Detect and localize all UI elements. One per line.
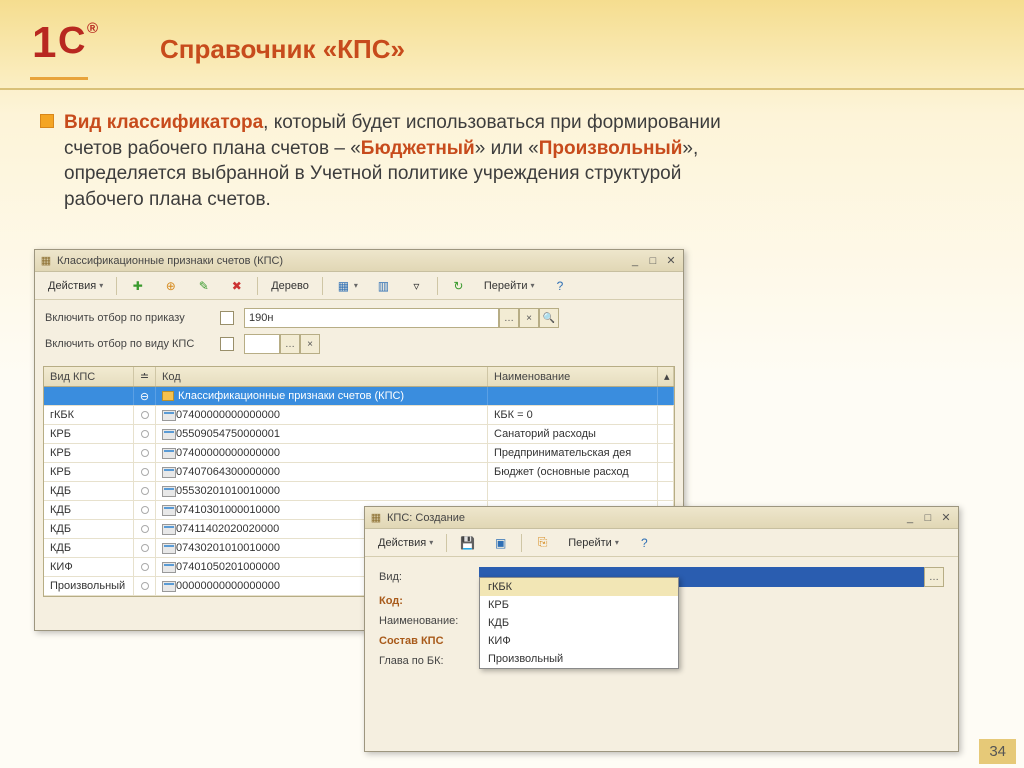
help-button[interactable]: ? xyxy=(630,533,659,553)
filter-kind-input[interactable] xyxy=(244,334,280,354)
item-icon xyxy=(162,429,176,440)
row-status-icon xyxy=(141,468,149,476)
col-header-type[interactable]: Вид КПС xyxy=(44,367,134,386)
item-icon xyxy=(162,467,176,478)
folder-icon xyxy=(162,391,174,401)
filter-order-input[interactable] xyxy=(244,308,499,328)
tree-toggle[interactable]: Дерево xyxy=(264,276,316,296)
maximize-button[interactable]: □ xyxy=(645,254,661,268)
help-button[interactable]: ? xyxy=(545,276,574,296)
item-icon xyxy=(162,543,176,554)
actions-menu[interactable]: Действия ▾ xyxy=(371,533,440,553)
filter-button[interactable]: ▦▾ xyxy=(329,276,365,296)
filter2-button[interactable]: ▥ xyxy=(369,276,398,296)
filter-kind-clear[interactable]: × xyxy=(300,334,320,354)
col-header-name[interactable]: Наименование xyxy=(488,367,658,386)
col-header-badge[interactable]: ≐ xyxy=(134,367,156,386)
item-icon xyxy=(162,505,176,516)
filter-order-clear[interactable]: × xyxy=(519,308,539,328)
slide-header: 1C ® Справочник «КПС» xyxy=(0,0,1024,90)
table-row[interactable]: гКБК 07400000000000000КБК = 0 xyxy=(44,406,674,425)
win1-title-text: Классификационные признаки счетов (КПС) xyxy=(57,255,283,267)
filter-kind-label: Включить отбор по виду КПС xyxy=(45,338,220,350)
row-status-icon xyxy=(141,487,149,495)
row-status-icon xyxy=(141,544,149,552)
add-button[interactable]: ✚ xyxy=(123,276,152,296)
close-button[interactable]: ✕ xyxy=(938,511,954,525)
col-header-scroll: ▴ xyxy=(658,367,674,386)
item-icon xyxy=(162,562,176,573)
row-status-icon xyxy=(141,506,149,514)
add-folder-button[interactable]: ⊕ xyxy=(156,276,185,296)
page-number: 34 xyxy=(979,739,1016,764)
save-close-button[interactable]: ▣ xyxy=(486,533,515,553)
logo-1c: 1C ® xyxy=(30,24,100,74)
window-icon: ▦ xyxy=(369,511,383,525)
minimize-button[interactable]: _ xyxy=(627,254,643,268)
clear-filter-button[interactable]: ▿ xyxy=(402,276,431,296)
item-icon xyxy=(162,486,176,497)
item-icon xyxy=(162,448,176,459)
row-status-icon xyxy=(141,449,149,457)
vid-dropdown-list: гКБККРБКДБКИФПроизвольный xyxy=(479,577,679,669)
filter-row-order: Включить отбор по приказу … × 🔍 xyxy=(45,308,673,328)
win2-titlebar[interactable]: ▦ КПС: Создание _ □ ✕ xyxy=(365,507,958,529)
item-icon xyxy=(162,410,176,421)
filter-order-checkbox[interactable] xyxy=(220,311,234,325)
dropdown-item[interactable]: КИФ xyxy=(480,632,678,650)
row-status-icon xyxy=(141,563,149,571)
refresh-button[interactable]: ↻ xyxy=(444,276,473,296)
close-button[interactable]: ✕ xyxy=(663,254,679,268)
table-row[interactable]: КДБ 05530201010010000 xyxy=(44,482,674,501)
filter-order-select[interactable]: … xyxy=(499,308,519,328)
label-kod: Код: xyxy=(379,595,479,607)
row-status-icon xyxy=(141,411,149,419)
goto-menu[interactable]: Перейти ▾ xyxy=(561,533,626,553)
col-header-code[interactable]: Код xyxy=(156,367,488,386)
window-icon: ▦ xyxy=(39,254,53,268)
slide-title: Справочник «КПС» xyxy=(160,34,405,65)
label-glava: Глава по БК: xyxy=(379,655,479,667)
vid-dropdown-btn[interactable]: … xyxy=(924,567,944,587)
minimize-button[interactable]: _ xyxy=(902,511,918,525)
dropdown-item[interactable]: Произвольный xyxy=(480,650,678,668)
bullet-icon xyxy=(40,114,54,128)
dropdown-item[interactable]: КДБ xyxy=(480,614,678,632)
item-icon xyxy=(162,581,176,592)
row-status-icon xyxy=(141,430,149,438)
filter-row-kind: Включить отбор по виду КПС … × xyxy=(45,334,673,354)
table-row[interactable]: КРБ 07407064300000000Бюджет (основные ра… xyxy=(44,463,674,482)
filter-order-label: Включить отбор по приказу xyxy=(45,312,220,324)
filter-order-search[interactable]: 🔍 xyxy=(539,308,559,328)
item-icon xyxy=(162,524,176,535)
row-status-icon xyxy=(141,525,149,533)
intro-text: Вид классификатора, который будет исполь… xyxy=(64,110,744,213)
table-row[interactable]: КРБ 07400000000000000Предпринимательская… xyxy=(44,444,674,463)
win1-titlebar[interactable]: ▦ Классификационные признаки счетов (КПС… xyxy=(35,250,683,272)
filter-kind-checkbox[interactable] xyxy=(220,337,234,351)
dropdown-item[interactable]: КРБ xyxy=(480,596,678,614)
win1-toolbar: Действия ▾ ✚ ⊕ ✎ ✖ Дерево ▦▾ ▥ ▿ ↻ Перей… xyxy=(35,272,683,300)
grid-group-row[interactable]: ⊖ Классификационные признаки счетов (КПС… xyxy=(44,387,674,406)
copy-button[interactable]: ⎘ xyxy=(528,533,557,553)
label-vid: Вид: xyxy=(379,571,479,583)
label-sostav: Состав КПС xyxy=(379,635,479,647)
delete-button[interactable]: ✖ xyxy=(222,276,251,296)
edit-button[interactable]: ✎ xyxy=(189,276,218,296)
save-button[interactable]: 💾 xyxy=(453,533,482,553)
maximize-button[interactable]: □ xyxy=(920,511,936,525)
window-kps-create: ▦ КПС: Создание _ □ ✕ Действия ▾ 💾 ▣ ⎘ П… xyxy=(364,506,959,752)
win2-toolbar: Действия ▾ 💾 ▣ ⎘ Перейти ▾ ? xyxy=(365,529,958,557)
goto-menu[interactable]: Перейти ▾ xyxy=(477,276,542,296)
filter-kind-select[interactable]: … xyxy=(280,334,300,354)
table-row[interactable]: КРБ 05509054750000001Санаторий расходы xyxy=(44,425,674,444)
label-naim: Наименование: xyxy=(379,615,479,627)
dropdown-item[interactable]: гКБК xyxy=(480,578,678,596)
row-status-icon xyxy=(141,582,149,590)
win2-title-text: КПС: Создание xyxy=(387,512,465,524)
actions-menu[interactable]: Действия ▾ xyxy=(41,276,110,296)
